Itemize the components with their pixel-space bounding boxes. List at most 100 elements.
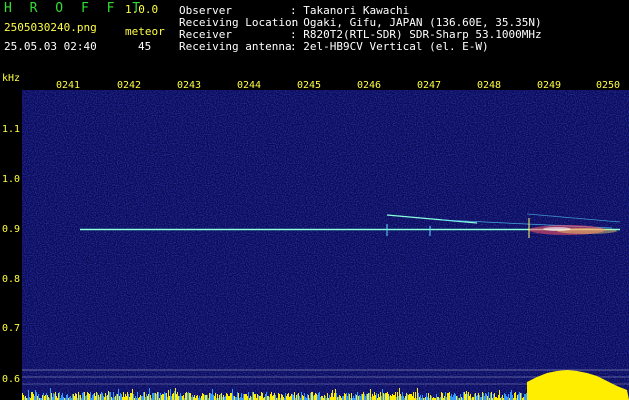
signal-bar xyxy=(76,394,77,400)
signal-bar xyxy=(101,392,102,400)
signal-bar xyxy=(296,395,297,400)
signal-bar xyxy=(248,392,249,400)
signal-bar xyxy=(475,393,476,400)
signal-bar xyxy=(202,393,203,400)
signal-bar xyxy=(219,395,220,400)
signal-bar xyxy=(464,392,465,400)
signal-bar xyxy=(153,393,154,400)
signal-bar xyxy=(268,396,269,400)
signal-bar xyxy=(299,396,300,400)
signal-bar xyxy=(226,393,227,400)
signal-bar xyxy=(115,396,116,400)
signal-bar xyxy=(110,392,111,400)
signal-bar xyxy=(353,396,354,400)
signal-bar xyxy=(422,395,423,400)
signal-bar xyxy=(362,394,363,400)
signal-bar xyxy=(143,392,144,400)
signal-bar xyxy=(322,396,323,400)
signal-bar xyxy=(85,396,86,400)
signal-bar xyxy=(499,390,500,400)
freq-label: 0.6 xyxy=(2,374,21,385)
signal-bar xyxy=(260,396,261,400)
signal-bar xyxy=(374,392,375,400)
signal-bar xyxy=(430,395,431,400)
signal-bar xyxy=(398,396,399,400)
signal-bar xyxy=(444,396,445,400)
signal-bar xyxy=(185,393,186,400)
signal-bar xyxy=(344,393,345,400)
signal-bar xyxy=(358,396,359,400)
signal-bar xyxy=(250,396,251,400)
signal-bar xyxy=(144,392,145,400)
signal-bar xyxy=(142,396,143,400)
signal-bar xyxy=(100,394,101,400)
signal-bar xyxy=(413,392,414,400)
signal-bar xyxy=(209,393,210,400)
signal-bar xyxy=(479,395,480,400)
signal-bar xyxy=(297,394,298,400)
signal-bar xyxy=(279,394,280,400)
signal-bar xyxy=(272,396,273,400)
signal-bar xyxy=(47,395,48,400)
signal-bar xyxy=(220,394,221,400)
signal-bar xyxy=(319,392,320,400)
signal-bar xyxy=(465,394,466,400)
signal-bar xyxy=(334,393,335,400)
signal-bar xyxy=(399,388,400,400)
signal-bar xyxy=(166,393,167,400)
signal-bar xyxy=(360,396,361,400)
signal-bar xyxy=(415,392,416,400)
signal-bar xyxy=(273,395,274,400)
signal-bar xyxy=(506,396,507,400)
signal-bar xyxy=(61,395,62,400)
signal-bar xyxy=(170,389,171,400)
signal-bar xyxy=(406,393,407,400)
spectrogram xyxy=(22,90,629,400)
signal-bar xyxy=(32,392,33,400)
signal-bar xyxy=(388,394,389,400)
signal-bar xyxy=(231,393,232,400)
signal-bar xyxy=(182,396,183,400)
signal-bar xyxy=(410,394,411,400)
signal-bar xyxy=(426,393,427,400)
signal-bar xyxy=(447,393,448,400)
signal-bar xyxy=(301,392,302,400)
signal-bar xyxy=(400,394,401,400)
signal-bar xyxy=(478,393,479,400)
signal-bar xyxy=(253,392,254,400)
signal-bar xyxy=(521,393,522,400)
signal-bar xyxy=(448,393,449,400)
signal-bar xyxy=(327,393,328,400)
signal-bar xyxy=(188,392,189,400)
signal-bar xyxy=(287,394,288,400)
signal-bar xyxy=(89,394,90,400)
signal-bar xyxy=(199,396,200,400)
signal-bar xyxy=(190,393,191,400)
signal-bar xyxy=(511,390,512,400)
signal-bar xyxy=(67,394,68,400)
signal-bar xyxy=(457,396,458,400)
signal-bar xyxy=(88,393,89,400)
signal-bar xyxy=(274,393,275,400)
signal-bar xyxy=(34,396,35,400)
signal-bar xyxy=(308,395,309,400)
signal-bar xyxy=(445,392,446,400)
signal-bar xyxy=(149,388,150,400)
signal-bar xyxy=(291,394,292,400)
signal-bar xyxy=(120,393,121,400)
signal-bar xyxy=(217,394,218,400)
signal-bar xyxy=(212,389,213,400)
signal-bar xyxy=(79,395,80,400)
signal-bar xyxy=(137,392,138,400)
signal-bar xyxy=(158,392,159,400)
signal-bar xyxy=(364,394,365,400)
signal-bar xyxy=(93,394,94,400)
signal-bar xyxy=(86,395,87,400)
signal-bar xyxy=(487,396,488,400)
signal-bar xyxy=(157,392,158,400)
signal-bar xyxy=(174,391,175,400)
signal-bar xyxy=(154,393,155,400)
signal-bar xyxy=(336,393,337,400)
signal-bar xyxy=(97,393,98,400)
signal-bar xyxy=(223,395,224,400)
